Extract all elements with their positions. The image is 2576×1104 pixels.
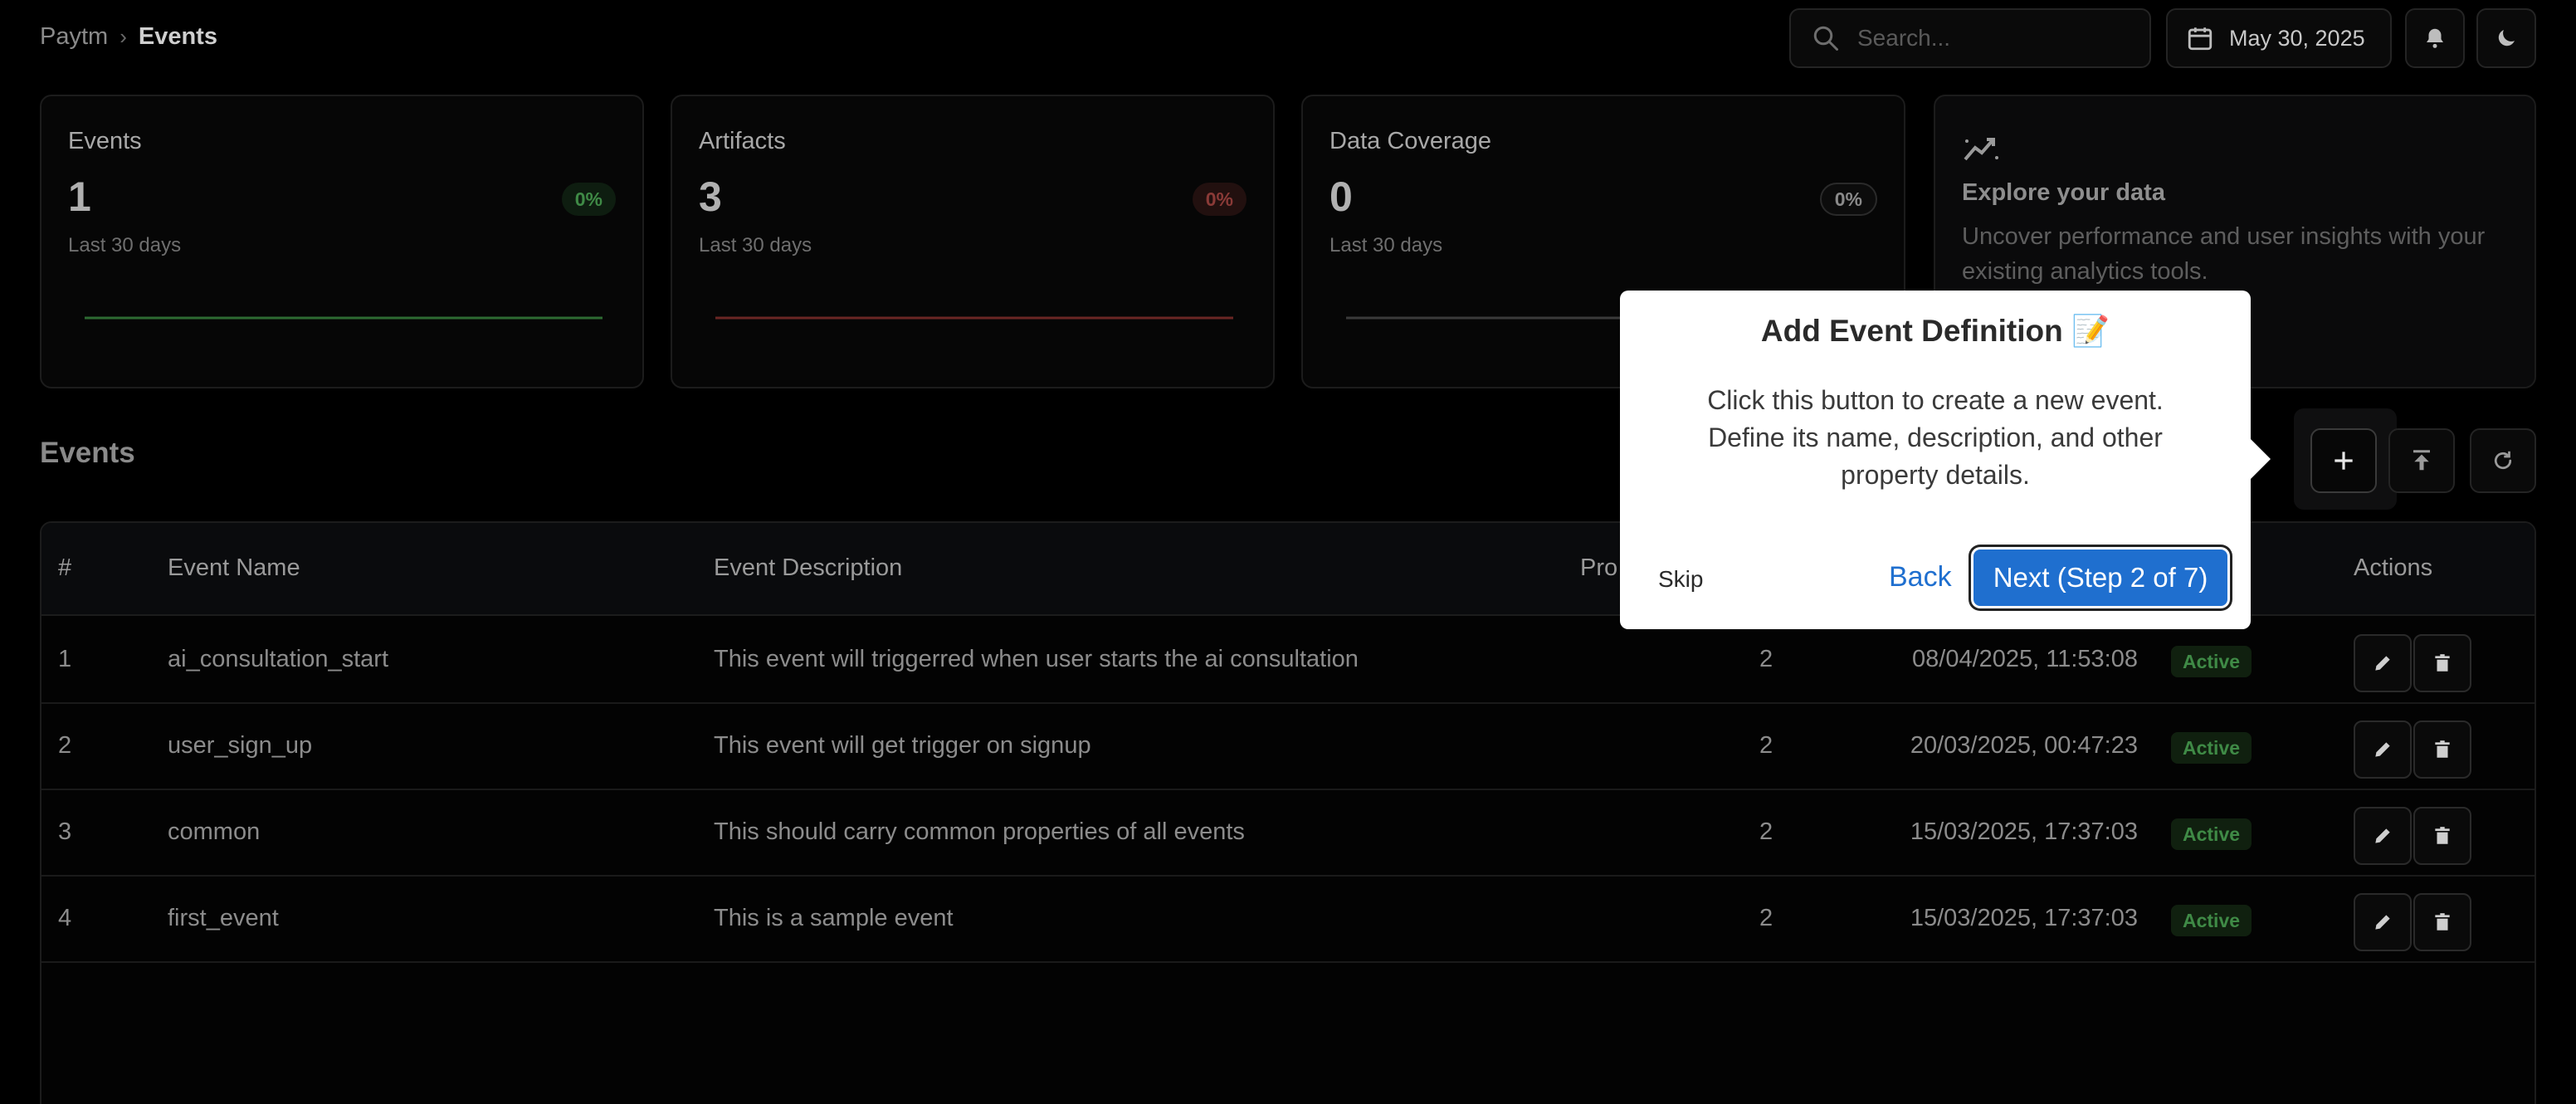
status-badge: Active [2171, 646, 2252, 677]
back-button[interactable]: Back [1889, 561, 1952, 594]
analytics-trend-icon [1964, 138, 1998, 161]
notifications-button[interactable] [2405, 8, 2465, 68]
row-number: 3 [58, 818, 72, 845]
stat-label: Data Coverage [1329, 128, 1492, 154]
row-number: 4 [58, 905, 72, 931]
stat-card-artifacts: Artifacts 3 0% Last 30 days [671, 95, 1275, 388]
stat-label: Events [68, 128, 142, 154]
popover-description: Click this button to create a new event.… [1707, 385, 2164, 490]
stat-value: 1 [68, 173, 91, 220]
stat-card-events: Events 1 0% Last 30 days [40, 95, 644, 388]
calendar-icon [2188, 27, 2213, 51]
trash-icon [2435, 654, 2450, 672]
event-name: ai_consultation_start [168, 646, 388, 672]
edit-button[interactable] [2354, 721, 2412, 779]
breadcrumb-root[interactable]: Paytm [40, 23, 108, 51]
event-name: user_sign_up [168, 732, 313, 759]
stat-label: Artifacts [699, 128, 786, 154]
date-picker-button[interactable]: May 30, 2025 [2166, 8, 2392, 68]
delete-button[interactable] [2413, 721, 2471, 779]
popover-arrow [2249, 437, 2271, 481]
table-row[interactable]: 3 common This should carry common proper… [41, 790, 2535, 877]
property-count: 2 [1759, 905, 1773, 931]
updated-timestamp: 15/03/2025, 17:37:03 [1910, 818, 2138, 845]
theme-toggle-button[interactable] [2476, 8, 2536, 68]
top-bar: Paytm › Events May 30, 2025 [0, 0, 2576, 76]
event-name: common [168, 818, 261, 845]
stat-period: Last 30 days [699, 234, 812, 256]
breadcrumb: Paytm › Events [40, 23, 217, 51]
explore-title: Explore your data [1962, 179, 2165, 206]
trend-sparkline [715, 316, 1233, 320]
explore-description: Uncover performance and user insights wi… [1962, 223, 2486, 285]
property-count: 2 [1759, 818, 1773, 845]
event-description: This event will triggerred when user sta… [714, 646, 1359, 672]
plus-icon [2334, 452, 2353, 470]
updated-timestamp: 08/04/2025, 11:53:08 [1912, 646, 2138, 672]
row-number: 2 [58, 732, 72, 759]
breadcrumb-current: Events [138, 23, 217, 50]
moon-icon [2498, 30, 2515, 46]
stat-period: Last 30 days [1329, 234, 1443, 256]
refresh-icon [2494, 451, 2512, 470]
pencil-icon [2375, 656, 2390, 671]
column-header-event-description: Event Description [714, 554, 903, 581]
search-box[interactable] [1789, 8, 2151, 68]
stat-change-badge: 0% [1819, 183, 1877, 216]
column-header-number: # [58, 554, 72, 581]
tour-popover: Add Event Definition 📝 Click this button… [1620, 291, 2251, 629]
stat-change-badge: 0% [1192, 183, 1247, 216]
column-header-properties[interactable]: Pro [1580, 554, 1617, 582]
trash-icon [2435, 740, 2450, 758]
edit-button[interactable] [2354, 634, 2412, 692]
status-badge: Active [2171, 905, 2252, 936]
refresh-button[interactable] [2470, 428, 2536, 493]
upload-button[interactable] [2388, 428, 2455, 493]
table-row[interactable]: 4 first_event This is a sample event 2 1… [41, 877, 2535, 963]
upload-icon [2413, 450, 2430, 471]
stat-change-badge: 0% [561, 183, 616, 216]
add-event-button[interactable] [2310, 428, 2377, 493]
date-picker-label: May 30, 2025 [2229, 25, 2365, 51]
stat-period: Last 30 days [68, 234, 182, 256]
edit-button[interactable] [2354, 807, 2412, 865]
stat-value: 0 [1329, 173, 1353, 220]
column-header-actions: Actions [2354, 554, 2433, 581]
delete-button[interactable] [2413, 807, 2471, 865]
event-description: This should carry common properties of a… [714, 818, 1245, 845]
column-header-event-name[interactable]: Event Name [168, 554, 300, 582]
pencil-icon [2375, 828, 2390, 843]
events-section-title: Events [40, 437, 135, 469]
status-badge: Active [2171, 818, 2252, 850]
trash-icon [2435, 827, 2450, 844]
pencil-icon [2375, 915, 2390, 930]
table-row[interactable]: 2 user_sign_up This event will get trigg… [41, 704, 2535, 790]
event-description: This event will get trigger on signup [714, 732, 1091, 759]
breadcrumb-separator-icon: › [120, 24, 127, 49]
search-input[interactable] [1857, 25, 2123, 51]
stat-value: 3 [699, 173, 722, 220]
skip-tour-button[interactable]: Skip [1658, 566, 1703, 593]
event-description: This is a sample event [714, 905, 954, 931]
bell-icon [2427, 28, 2443, 48]
delete-button[interactable] [2413, 634, 2471, 692]
popover-title: Add Event Definition 📝 [1760, 314, 2110, 348]
pencil-icon [2375, 742, 2390, 757]
property-count: 2 [1759, 646, 1773, 672]
updated-timestamp: 20/03/2025, 00:47:23 [1910, 732, 2138, 759]
trend-sparkline [85, 316, 603, 320]
search-icon [1813, 26, 1838, 51]
event-name: first_event [168, 905, 279, 931]
status-badge: Active [2171, 732, 2252, 764]
trash-icon [2435, 913, 2450, 931]
table-row[interactable]: 1 ai_consultation_start This event will … [41, 618, 2535, 704]
edit-button[interactable] [2354, 893, 2412, 951]
delete-button[interactable] [2413, 893, 2471, 951]
next-step-button[interactable]: Next (Step 2 of 7) [1973, 550, 2227, 606]
property-count: 2 [1759, 732, 1773, 759]
updated-timestamp: 15/03/2025, 17:37:03 [1910, 905, 2138, 931]
row-number: 1 [58, 646, 72, 672]
